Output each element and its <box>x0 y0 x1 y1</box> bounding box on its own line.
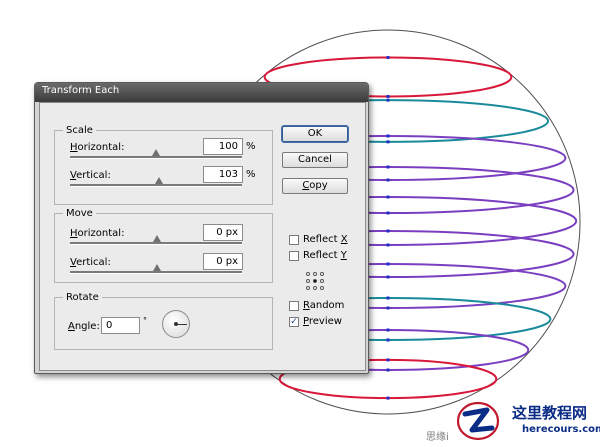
anchor-point <box>386 306 390 310</box>
reflect-x-checkbox[interactable] <box>289 235 299 245</box>
reference-point-top-right[interactable] <box>320 272 324 276</box>
anchor-point <box>386 396 390 400</box>
anchor-point <box>386 140 390 144</box>
scale-group: Scale <box>54 125 273 205</box>
scale-horizontal-slider-thumb[interactable] <box>152 149 160 156</box>
anchor-points <box>386 56 390 400</box>
rotate-angle-unit: ° <box>143 316 147 325</box>
reflect-y-label: Reflect Y <box>303 250 347 261</box>
preview-checkbox[interactable]: ✓ <box>289 317 299 327</box>
anchor-point <box>386 56 390 60</box>
anchor-point <box>386 98 390 102</box>
move-horizontal-label: Horizontal: <box>70 228 125 239</box>
random-checkbox[interactable] <box>289 301 299 311</box>
dialog-body: Scale Horizontal: 100 % Vertical: 103 % … <box>39 102 366 371</box>
ok-button[interactable]: OK <box>281 125 349 143</box>
scale-vertical-unit: % <box>246 169 256 180</box>
reference-point-top-left[interactable] <box>306 272 310 276</box>
anchor-point <box>386 275 390 279</box>
scale-legend: Scale <box>66 125 93 136</box>
reflect-x-label: Reflect X <box>303 234 348 245</box>
reference-point-bottom-center[interactable] <box>313 286 317 290</box>
anchor-point <box>386 358 390 362</box>
anchor-point <box>386 195 390 199</box>
reference-point-top-center[interactable] <box>313 272 317 276</box>
rotate-angle-label: Angle: <box>68 321 100 332</box>
watermark-logo-icon <box>456 401 500 441</box>
anchor-point <box>386 211 390 215</box>
watermark-site-url: herecours.com <box>522 424 600 435</box>
anchor-point <box>386 165 390 169</box>
anchor-point <box>386 94 390 98</box>
scale-horizontal-slider[interactable] <box>70 156 242 159</box>
anchor-point <box>386 229 390 233</box>
scale-horizontal-unit: % <box>246 141 256 152</box>
anchor-point <box>386 178 390 182</box>
reference-point-center[interactable] <box>313 279 317 283</box>
move-horizontal-slider-thumb[interactable] <box>153 235 161 242</box>
rotate-legend: Rotate <box>66 292 99 303</box>
cancel-button[interactable]: Cancel <box>282 152 348 168</box>
reference-point-middle-right[interactable] <box>320 279 324 283</box>
anchor-point <box>386 134 390 138</box>
reference-point-locator[interactable] <box>306 272 324 290</box>
move-legend: Move <box>66 208 93 219</box>
anchor-point <box>386 243 390 247</box>
scale-vertical-slider-thumb[interactable] <box>154 177 163 184</box>
move-vertical-label: Vertical: <box>70 257 111 268</box>
anchor-point <box>386 296 390 300</box>
anchor-point <box>386 328 390 332</box>
scale-vertical-input[interactable]: 103 <box>203 166 243 183</box>
move-horizontal-slider[interactable] <box>70 242 242 245</box>
reference-point-bottom-left[interactable] <box>306 286 310 290</box>
move-vertical-input[interactable]: 0 px <box>203 253 243 270</box>
preview-label: Preview <box>303 316 342 327</box>
move-vertical-slider[interactable] <box>70 271 242 274</box>
rotate-angle-input[interactable]: 0 <box>101 317 140 334</box>
rotate-angle-dial[interactable] <box>162 310 190 338</box>
random-label: Random <box>303 300 345 311</box>
scale-vertical-label: Vertical: <box>70 170 111 181</box>
move-horizontal-input[interactable]: 0 px <box>203 224 243 241</box>
reference-point-bottom-right[interactable] <box>320 286 324 290</box>
reference-point-middle-left[interactable] <box>306 279 310 283</box>
reflect-y-checkbox[interactable] <box>289 251 299 261</box>
anchor-point <box>386 338 390 342</box>
watermark-site-name: 这里教程网 <box>512 404 588 422</box>
scale-vertical-slider[interactable] <box>70 184 242 187</box>
transform-each-dialog: Transform Each Scale Horizontal: 100 % V… <box>34 82 369 374</box>
anchor-point <box>386 368 390 372</box>
watermark-small-text: 思缘i <box>426 432 449 443</box>
scale-horizontal-label: Horizontal: <box>70 142 125 153</box>
dialog-title: Transform Each <box>42 85 120 96</box>
rotate-dial-center <box>174 322 178 326</box>
dialog-titlebar[interactable]: Transform Each <box>35 83 368 102</box>
anchor-point <box>386 262 390 266</box>
move-vertical-slider-thumb[interactable] <box>153 264 161 271</box>
scale-horizontal-input[interactable]: 100 <box>203 138 243 155</box>
copy-button[interactable]: Copy <box>282 178 348 194</box>
